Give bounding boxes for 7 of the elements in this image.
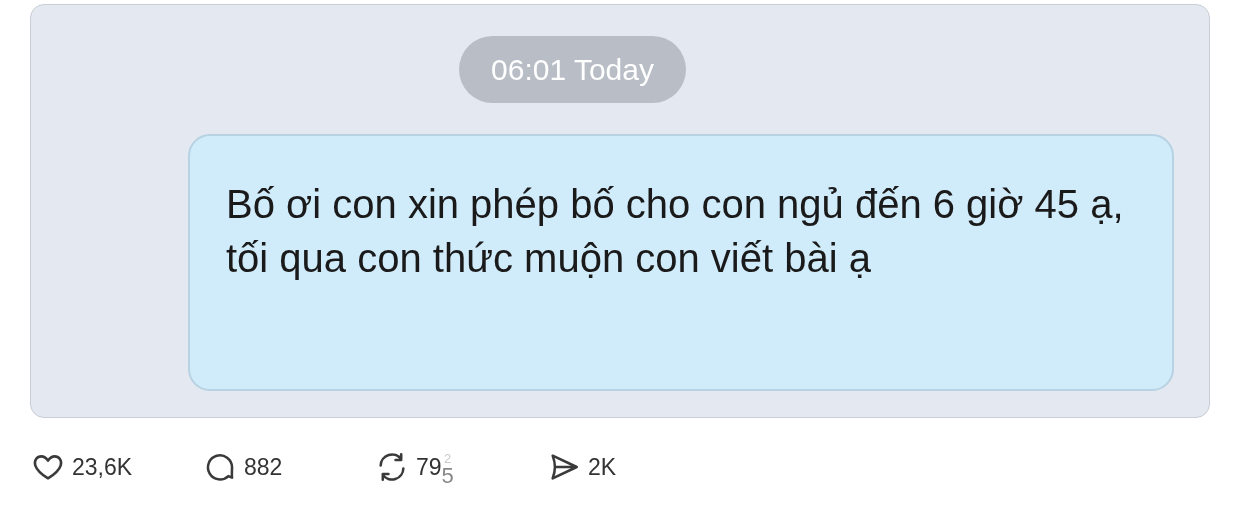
count: 23,6K: [72, 452, 133, 482]
rolling-digit: 5: [441, 466, 454, 486]
count: 79: [416, 452, 442, 482]
count: 2K: [588, 452, 617, 482]
count: 882: [244, 452, 283, 482]
timestamp: 06:01 Today: [459, 36, 686, 103]
message-bubble: Bố ơi con xin phép bố cho con ngủ đến 6 giờ 45 ạ, tối qua con thức muộn con viết bài ạ: [188, 134, 1174, 391]
